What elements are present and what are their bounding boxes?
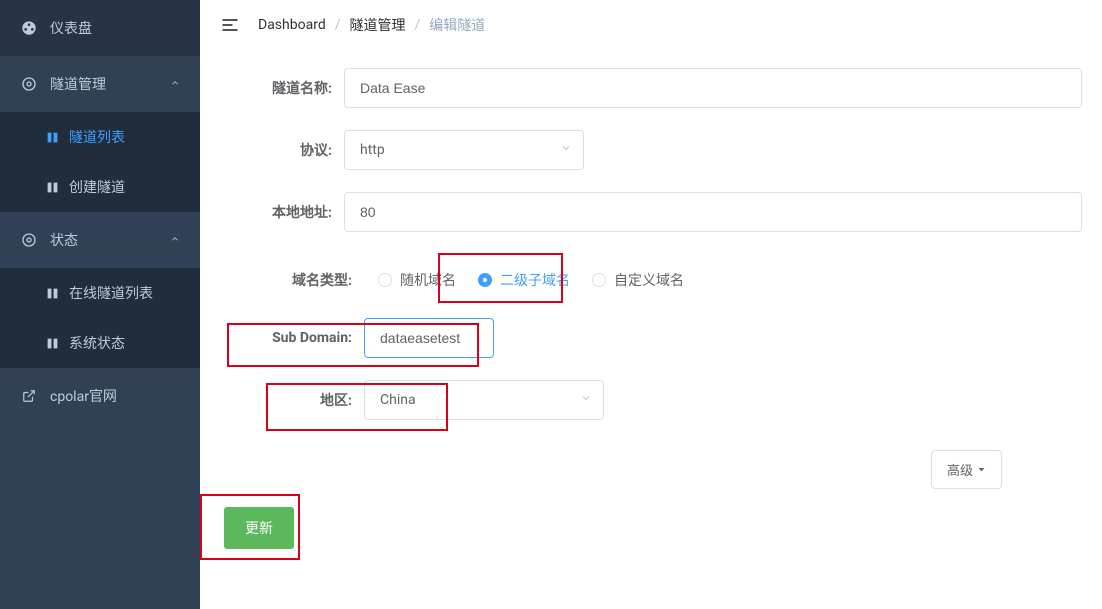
name-label: 隧道名称: <box>224 78 344 98</box>
radio-label: 二级子域名 <box>500 270 570 290</box>
sidebar-label: 状态 <box>50 230 78 250</box>
breadcrumb-sep: / <box>415 17 421 33</box>
breadcrumb-tunnel-mgmt[interactable]: 隧道管理 <box>350 15 406 35</box>
radio-label: 随机域名 <box>400 270 456 290</box>
caret-down-icon <box>977 462 986 477</box>
breadcrumb-dashboard[interactable]: Dashboard <box>258 17 326 33</box>
sidebar-item-cpolar-site[interactable]: cpolar官网 <box>0 368 200 424</box>
tunnel-icon <box>20 75 38 93</box>
breadcrumb-current: 编辑隧道 <box>429 15 485 35</box>
advanced-button[interactable]: 高级 <box>931 450 1002 489</box>
online-icon <box>45 286 59 300</box>
create-icon <box>45 180 59 194</box>
sidebar-item-tunnel-list[interactable]: 隧道列表 <box>0 112 200 162</box>
breadcrumb: Dashboard / 隧道管理 / 编辑隧道 <box>258 15 485 35</box>
sidebar-label: 仪表盘 <box>50 18 92 38</box>
sidebar-label: 隧道管理 <box>50 74 106 94</box>
sidebar-label: cpolar官网 <box>50 386 117 406</box>
external-link-icon <box>20 387 38 405</box>
radio-subdomain[interactable]: 二级子域名 <box>478 270 570 290</box>
advanced-label: 高级 <box>947 460 973 479</box>
radio-custom-domain[interactable]: 自定义域名 <box>592 270 684 290</box>
sidebar-label: 创建隧道 <box>69 177 125 197</box>
sidebar-label: 隧道列表 <box>69 127 125 147</box>
sidebar-item-status[interactable]: 状态 <box>0 212 200 268</box>
region-value: China <box>380 392 416 408</box>
system-icon <box>45 336 59 350</box>
radio-random-domain[interactable]: 随机域名 <box>378 270 456 290</box>
breadcrumb-sep: / <box>335 17 341 33</box>
proto-label: 协议: <box>224 140 344 160</box>
local-label: 本地地址: <box>224 202 344 222</box>
chevron-up-icon <box>170 76 180 92</box>
radio-label: 自定义域名 <box>614 270 684 290</box>
sidebar-item-dashboard[interactable]: 仪表盘 <box>0 0 200 56</box>
sidebar: 仪表盘 隧道管理 隧道列表 创建隧道 状态 在线隧道 <box>0 0 200 609</box>
radio-icon <box>378 273 392 287</box>
submit-label: 更新 <box>245 520 273 536</box>
sidebar-label: 在线隧道列表 <box>69 283 153 303</box>
submit-button[interactable]: 更新 <box>224 507 294 549</box>
proto-select[interactable]: http <box>344 130 584 170</box>
radio-icon <box>592 273 606 287</box>
sidebar-item-online-tunnels[interactable]: 在线隧道列表 <box>0 268 200 318</box>
chevron-up-icon <box>170 232 180 248</box>
name-input[interactable] <box>344 68 1082 108</box>
form-content: 隧道名称: 协议: http 本地地址: 域名类型: <box>200 50 1102 609</box>
subdomain-label: Sub Domain: <box>224 330 364 346</box>
sidebar-item-tunnel-mgmt[interactable]: 隧道管理 <box>0 56 200 112</box>
sidebar-label: 系统状态 <box>69 333 125 353</box>
radio-icon <box>478 273 492 287</box>
region-label: 地区: <box>224 390 364 410</box>
sidebar-item-system-status[interactable]: 系统状态 <box>0 318 200 368</box>
sidebar-item-create-tunnel[interactable]: 创建隧道 <box>0 162 200 212</box>
domain-type-group: 随机域名 二级子域名 自定义域名 <box>364 270 684 290</box>
status-icon <box>20 231 38 249</box>
domain-type-label: 域名类型: <box>224 270 364 290</box>
proto-value: http <box>360 142 385 158</box>
dashboard-icon <box>20 19 38 37</box>
list-icon <box>45 130 59 144</box>
hamburger-toggle[interactable] <box>220 15 240 35</box>
subdomain-input[interactable] <box>364 318 494 358</box>
local-input[interactable] <box>344 192 1082 232</box>
topbar: Dashboard / 隧道管理 / 编辑隧道 <box>200 0 1102 50</box>
main: Dashboard / 隧道管理 / 编辑隧道 隧道名称: 协议: http 本 <box>200 0 1102 609</box>
region-select[interactable]: China <box>364 380 604 420</box>
